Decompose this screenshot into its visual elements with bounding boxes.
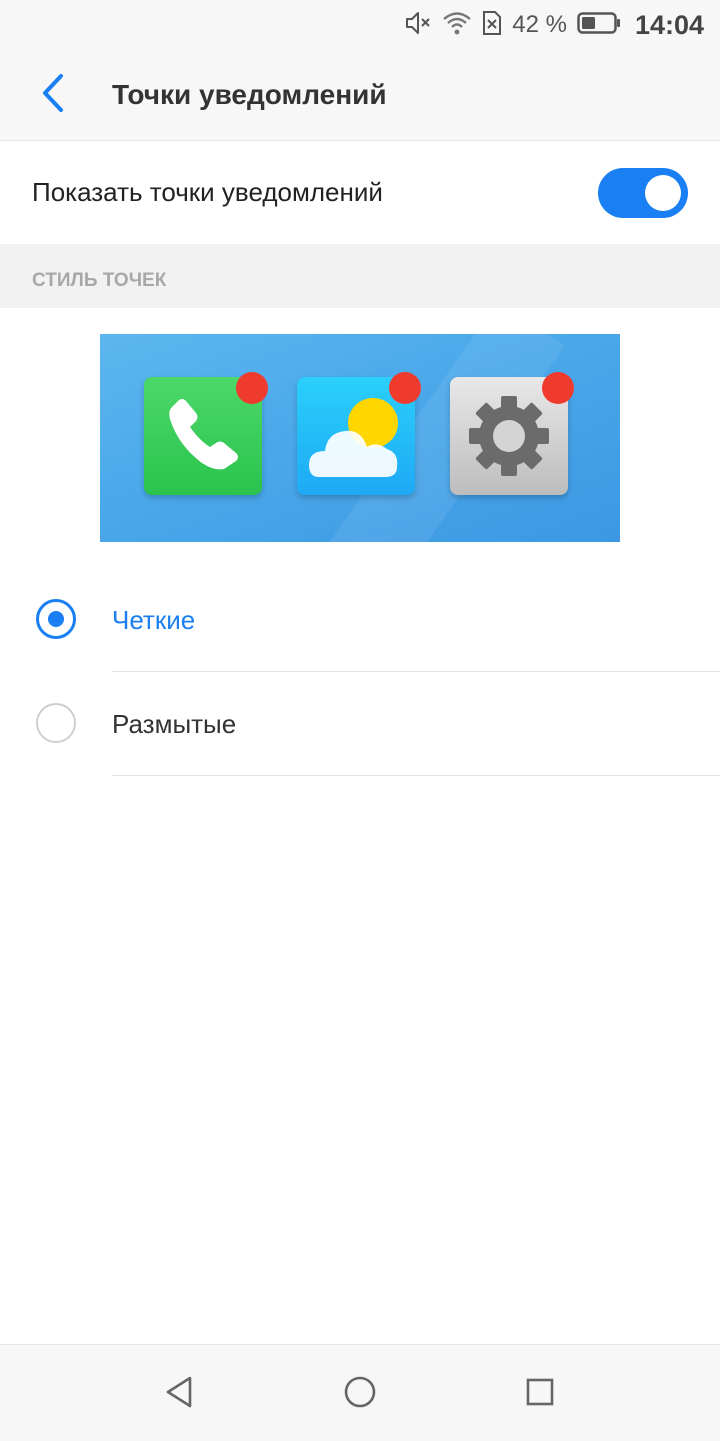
radio-checked-icon[interactable]: [36, 599, 76, 639]
settings-app-icon: [450, 372, 574, 495]
app-bar: Точки уведомлений: [0, 50, 720, 141]
battery-icon: [577, 11, 621, 40]
chevron-left-icon: [39, 73, 69, 118]
wifi-icon: [442, 10, 472, 41]
section-header: СТИЛЬ ТОЧЕК: [0, 244, 720, 308]
back-triangle-icon: [164, 1374, 196, 1415]
recents-square-icon: [524, 1376, 556, 1413]
no-sim-icon: [482, 10, 502, 41]
nav-recents-button[interactable]: [515, 1369, 565, 1419]
option-sharp-label: Четкие: [112, 605, 196, 635]
divider: [112, 775, 720, 776]
toggle-knob: [645, 175, 681, 211]
section-title: СТИЛЬ ТОЧЕК: [32, 270, 167, 291]
status-bar: 42 % 14:04: [0, 0, 720, 50]
page-title: Точки уведомлений: [112, 79, 387, 110]
nav-back-button[interactable]: [155, 1369, 205, 1419]
battery-percent: 42 %: [512, 11, 567, 38]
home-circle-icon: [342, 1374, 378, 1415]
dot-style-preview: [100, 334, 620, 542]
notification-dot: [542, 372, 574, 404]
notification-dot: [236, 372, 268, 404]
back-button[interactable]: [26, 70, 82, 120]
option-blurred-label: Размытые: [112, 709, 237, 739]
volume-mute-icon: [404, 10, 432, 41]
status-icons: 42 % 14:04: [404, 0, 704, 50]
option-sharp[interactable]: Четкие: [0, 568, 720, 672]
radio-unchecked-icon[interactable]: [36, 703, 76, 743]
show-dots-label: Показать точки уведомлений: [32, 177, 383, 207]
nav-home-button[interactable]: [335, 1369, 385, 1419]
status-time: 14:04: [634, 9, 704, 40]
navigation-bar: [0, 1344, 720, 1441]
notification-dot: [389, 372, 421, 404]
weather-app-icon: [297, 372, 421, 495]
phone-app-icon: [144, 372, 268, 495]
option-blurred[interactable]: Размытые: [0, 672, 720, 776]
show-dots-row[interactable]: Показать точки уведомлений: [0, 141, 720, 244]
show-dots-toggle[interactable]: [598, 168, 688, 218]
